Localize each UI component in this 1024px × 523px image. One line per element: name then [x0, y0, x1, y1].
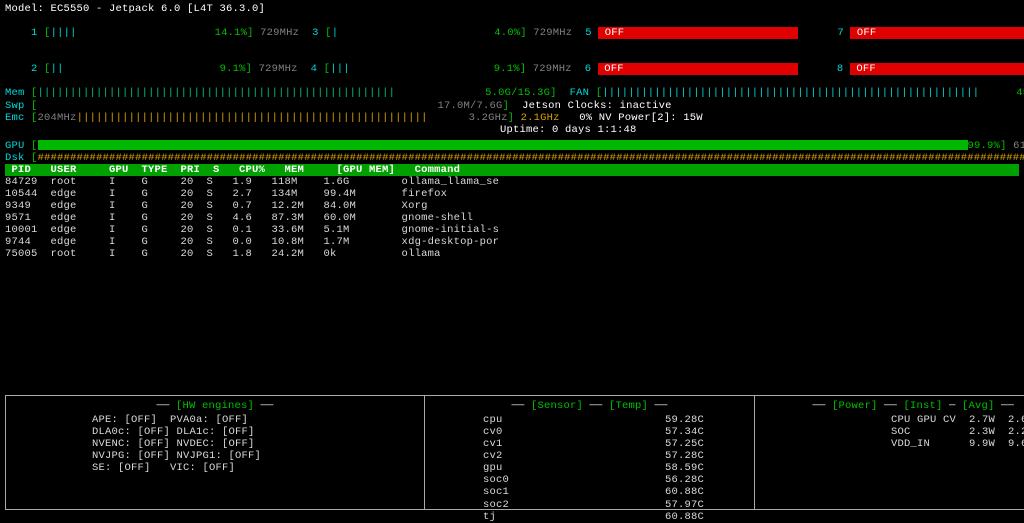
table-row: 75005 root I G 20 S 1.8 24.2M 0k ollama	[5, 248, 1019, 260]
list-item: DLA0c: [OFF] DLA1c: [OFF]	[92, 426, 418, 438]
list-item: soc1 60.88C	[431, 486, 748, 498]
list-item: NVJPG: [OFF] NVJPG1: [OFF]	[92, 450, 418, 462]
list-item: CPU GPU CV 2.7W 2.6W	[761, 414, 1024, 426]
sensor-panel: ── [Sensor] ── [Temp] ── cpu 59.28C cv0 …	[425, 395, 755, 510]
cpu-row-2: 2 [||9.1%] 729MHz 4 [|||9.1%] 729MHz 6 O…	[5, 51, 1019, 87]
list-item: APE: [OFF] PVA0a: [OFF]	[92, 414, 418, 426]
dsk-row: Dsk [###################################…	[5, 152, 1019, 164]
table-row: 10544 edge I G 20 S 2.7 134M 99.4M firef…	[5, 188, 1019, 200]
table-row: 9571 edge I G 20 S 4.6 87.3M 60.0M gnome…	[5, 212, 1019, 224]
proc-table: 84729 root I G 20 S 1.9 118M 1.6G ollama…	[5, 176, 1019, 260]
list-item: NVENC: [OFF] NVDEC: [OFF]	[92, 438, 418, 450]
list-item: soc0 56.28C	[431, 474, 748, 486]
list-item: tj 60.88C	[431, 511, 748, 523]
table-row: 10001 edge I G 20 S 0.1 33.6M 5.1M gnome…	[5, 224, 1019, 236]
model-line: Model: EC5550 - Jetpack 6.0 [L4T 36.3.0]	[5, 3, 1019, 15]
proc-header: PID USER GPU TYPE PRI S CPU% MEM [GPU ME…	[5, 164, 1019, 176]
list-item: cv2 57.28C	[431, 450, 748, 462]
list-item: VDD_IN 9.9W 9.6W	[761, 438, 1024, 450]
list-item: soc2 57.97C	[431, 499, 748, 511]
swp-row: Swp [17.0M/7.6G] Jetson Clocks: inactive	[5, 100, 1019, 112]
list-item: gpu 58.59C	[431, 462, 748, 474]
gpu-row: GPU [███████████████████████████████████…	[5, 140, 1019, 152]
table-row: 84729 root I G 20 S 1.9 118M 1.6G ollama…	[5, 176, 1019, 188]
table-row: 9744 edge I G 20 S 0.0 10.8M 1.7M xdg-de…	[5, 236, 1019, 248]
list-item: SOC 2.3W 2.2W	[761, 426, 1024, 438]
power-panel: ── [Power] ── [Inst] ─ [Avg] ── CPU GPU …	[755, 395, 1024, 510]
list-item: cpu 59.28C	[431, 414, 748, 426]
list-item: cv1 57.25C	[431, 438, 748, 450]
hw-engines-panel: ── [HW engines] ── APE: [OFF] PVA0a: [OF…	[5, 395, 425, 510]
list-item: SE: [OFF] VIC: [OFF]	[92, 462, 418, 474]
emc-row: Emc [204MHz|||||||||||||||||||||||||||||…	[5, 112, 1019, 124]
cpu-row-1: 1 [||||14.1%] 729MHz 3 [|4.0%] 729MHz 5 …	[5, 15, 1019, 51]
table-row: 9349 edge I G 20 S 0.7 12.2M 84.0M Xorg	[5, 200, 1019, 212]
uptime-row: Uptime: 0 days 1:1:48	[5, 124, 1019, 136]
mem-row: Mem [|||||||||||||||||||||||||||||||||||…	[5, 87, 1019, 99]
list-item: cv0 57.34C	[431, 426, 748, 438]
